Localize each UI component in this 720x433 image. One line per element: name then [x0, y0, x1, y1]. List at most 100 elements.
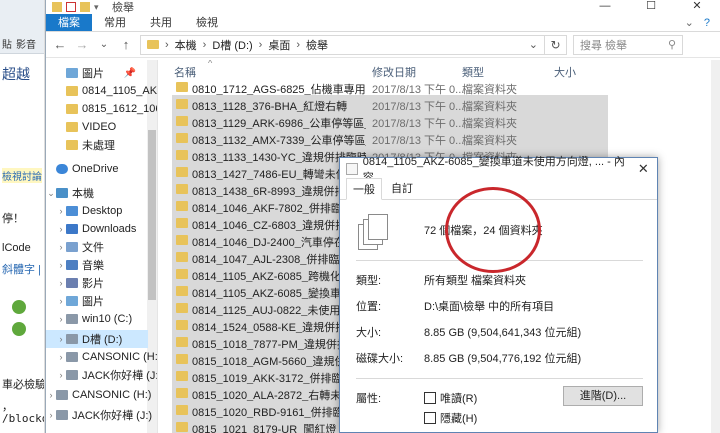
breadcrumb-separator[interactable]: › [165, 39, 169, 51]
expand-icon[interactable]: › [56, 352, 66, 362]
expand-icon[interactable]: › [56, 260, 66, 270]
folder-icon [176, 167, 188, 177]
nav-item[interactable]: › JACK你好樺 (J:) [46, 366, 157, 384]
background-heading: 超越 [2, 66, 30, 82]
pin-icon[interactable]: 📌 [124, 68, 148, 79]
drive-icon [56, 410, 68, 420]
nav-scrollbar-thumb[interactable] [148, 130, 156, 300]
background-link: 檢視討論 [2, 168, 42, 183]
nav-item[interactable]: › Downloads [46, 220, 148, 238]
nav-item[interactable]: › D槽 (D:) [46, 330, 148, 348]
close-button[interactable]: ✕ [674, 0, 720, 14]
expand-icon[interactable]: › [56, 242, 66, 252]
advanced-button[interactable]: 進階(D)... [563, 386, 643, 406]
expand-icon[interactable]: › [46, 390, 56, 400]
expand-icon[interactable]: › [46, 410, 56, 420]
nav-item-label: 音樂 [82, 260, 104, 272]
item-type: 檔案資料夾 [462, 101, 517, 113]
folder-icon [147, 40, 159, 49]
breadcrumb-desktop[interactable]: 桌面 [268, 37, 290, 53]
nav-item-label: win10 (C:) [82, 313, 133, 325]
divider [356, 260, 643, 261]
refresh-button[interactable]: ↻ [545, 34, 567, 55]
breadcrumb-current[interactable]: 檢舉 [306, 37, 328, 53]
breadcrumb-separator[interactable]: › [203, 39, 207, 51]
expand-icon[interactable]: › [56, 278, 66, 288]
expand-icon[interactable]: › [56, 206, 66, 216]
list-item[interactable]: 0813_1128_376-BHA_紅燈右轉 2017/8/13 下午 0... 檔… [172, 95, 608, 113]
up-button[interactable]: ↑ [118, 37, 134, 52]
properties-icon[interactable] [66, 2, 76, 12]
nav-item-label: VIDEO [82, 121, 117, 133]
recent-locations-button[interactable]: ⌄ [96, 39, 112, 50]
maximize-button[interactable]: ☐ [628, 0, 674, 14]
customize-toolbar-icon[interactable]: ▾ [94, 2, 104, 12]
nav-item[interactable]: 未處理 [46, 136, 148, 154]
address-dropdown-icon[interactable]: ⌄ [529, 38, 538, 51]
nav-item-label: OneDrive [72, 163, 119, 175]
list-item[interactable]: 0813_1132_AMX-7339_公車停等區_違... 2017/8/13 下… [172, 129, 608, 147]
multiple-files-icon [358, 214, 392, 250]
folder-icon [176, 218, 188, 228]
nav-item[interactable]: › 影片 [46, 274, 148, 292]
search-placeholder: 搜尋 檢舉 [580, 39, 628, 52]
forward-button[interactable]: → [74, 37, 90, 52]
list-item[interactable]: 0813_1129_ARK-6986_公車停等區_違... 2017/8/13 下… [172, 112, 608, 130]
nav-item[interactable]: 圖片 📌 [46, 64, 148, 82]
address-toolbar: ← → ⌄ ↑ › 本機 › D槽 (D:) › 桌面 › 檢舉 ⌄ ↻ 搜尋 … [46, 32, 720, 58]
expand-icon[interactable]: › [56, 314, 66, 324]
expand-icon[interactable]: › [56, 370, 66, 380]
nav-item[interactable]: › CANSONIC (H:) [46, 386, 152, 404]
checkbox-box[interactable] [424, 392, 436, 404]
window-title: 檢舉 [112, 2, 134, 14]
item-date: 2017/8/13 下午 0... [372, 118, 465, 130]
nav-item[interactable]: ⌄ 本機 [46, 184, 148, 202]
nav-item[interactable]: 0814_1105_AKZ [46, 82, 157, 100]
hidden-checkbox[interactable]: 隱藏(H) [424, 410, 477, 426]
expand-icon[interactable]: › [56, 224, 66, 234]
address-bar[interactable]: › 本機 › D槽 (D:) › 桌面 › 檢舉 ⌄ [140, 34, 545, 55]
list-item[interactable]: 0810_1712_AGS-6825_佔機車專用道 2017/8/13 下午 0.… [172, 78, 608, 96]
tab-file[interactable]: 檔案 [46, 14, 92, 31]
tab-general[interactable]: 一般 [346, 178, 382, 200]
nav-item[interactable]: › Desktop [46, 202, 148, 220]
expand-icon[interactable]: ⌄ [46, 188, 56, 199]
nav-item[interactable]: › JACK你好樺 (J:) [46, 406, 152, 424]
nav-item[interactable]: › CANSONIC (H:) [46, 348, 158, 366]
nav-item[interactable]: VIDEO [46, 118, 148, 136]
nav-item-label: CANSONIC (H:) [82, 351, 158, 363]
breadcrumb-pc[interactable]: 本機 [175, 37, 197, 53]
dialog-close-button[interactable]: ✕ [630, 161, 657, 177]
nav-item[interactable]: › 音樂 [46, 256, 148, 274]
search-input[interactable]: 搜尋 檢舉 ⚲ [573, 34, 683, 55]
new-folder-icon[interactable] [80, 2, 90, 12]
music-icon [66, 260, 78, 270]
item-date: 2017/8/13 下午 0... [372, 135, 465, 147]
checkbox-box[interactable] [424, 412, 436, 424]
minimize-button[interactable]: — [582, 0, 628, 14]
properties-dialog: 0814_1105_AKZ-6085_變換車道未使用方向燈, ... - 內容 … [339, 156, 658, 433]
nav-item[interactable]: › 文件 [46, 238, 148, 256]
nav-item[interactable]: › win10 (C:) [46, 310, 148, 328]
ribbon-expand-icon[interactable]: ⌄ [685, 16, 694, 29]
nav-item[interactable]: › 圖片 [46, 292, 148, 310]
breadcrumb-drive[interactable]: D槽 (D:) [212, 37, 252, 53]
expand-icon[interactable]: › [56, 334, 66, 344]
tab-custom[interactable]: 自訂 [384, 177, 420, 199]
tab-share[interactable]: 共用 [138, 14, 184, 31]
nav-item-label: 圖片 [82, 68, 104, 80]
nav-item[interactable]: 0815_1612_106 [46, 100, 157, 118]
nav-item-label: Downloads [82, 223, 137, 235]
readonly-checkbox[interactable]: 唯讀(R) [424, 390, 477, 406]
nav-item[interactable]: OneDrive [46, 160, 148, 178]
list-scrollbar[interactable] [711, 60, 720, 433]
breadcrumb-separator[interactable]: › [259, 39, 263, 51]
expand-icon[interactable]: › [56, 296, 66, 306]
back-button[interactable]: ← [52, 37, 68, 52]
folder-icon [176, 354, 188, 364]
tab-view[interactable]: 檢視 [184, 14, 230, 31]
folder-icon [176, 286, 188, 296]
breadcrumb-separator[interactable]: › [296, 39, 300, 51]
help-icon[interactable]: ? [704, 17, 710, 29]
tab-home[interactable]: 常用 [92, 14, 138, 31]
